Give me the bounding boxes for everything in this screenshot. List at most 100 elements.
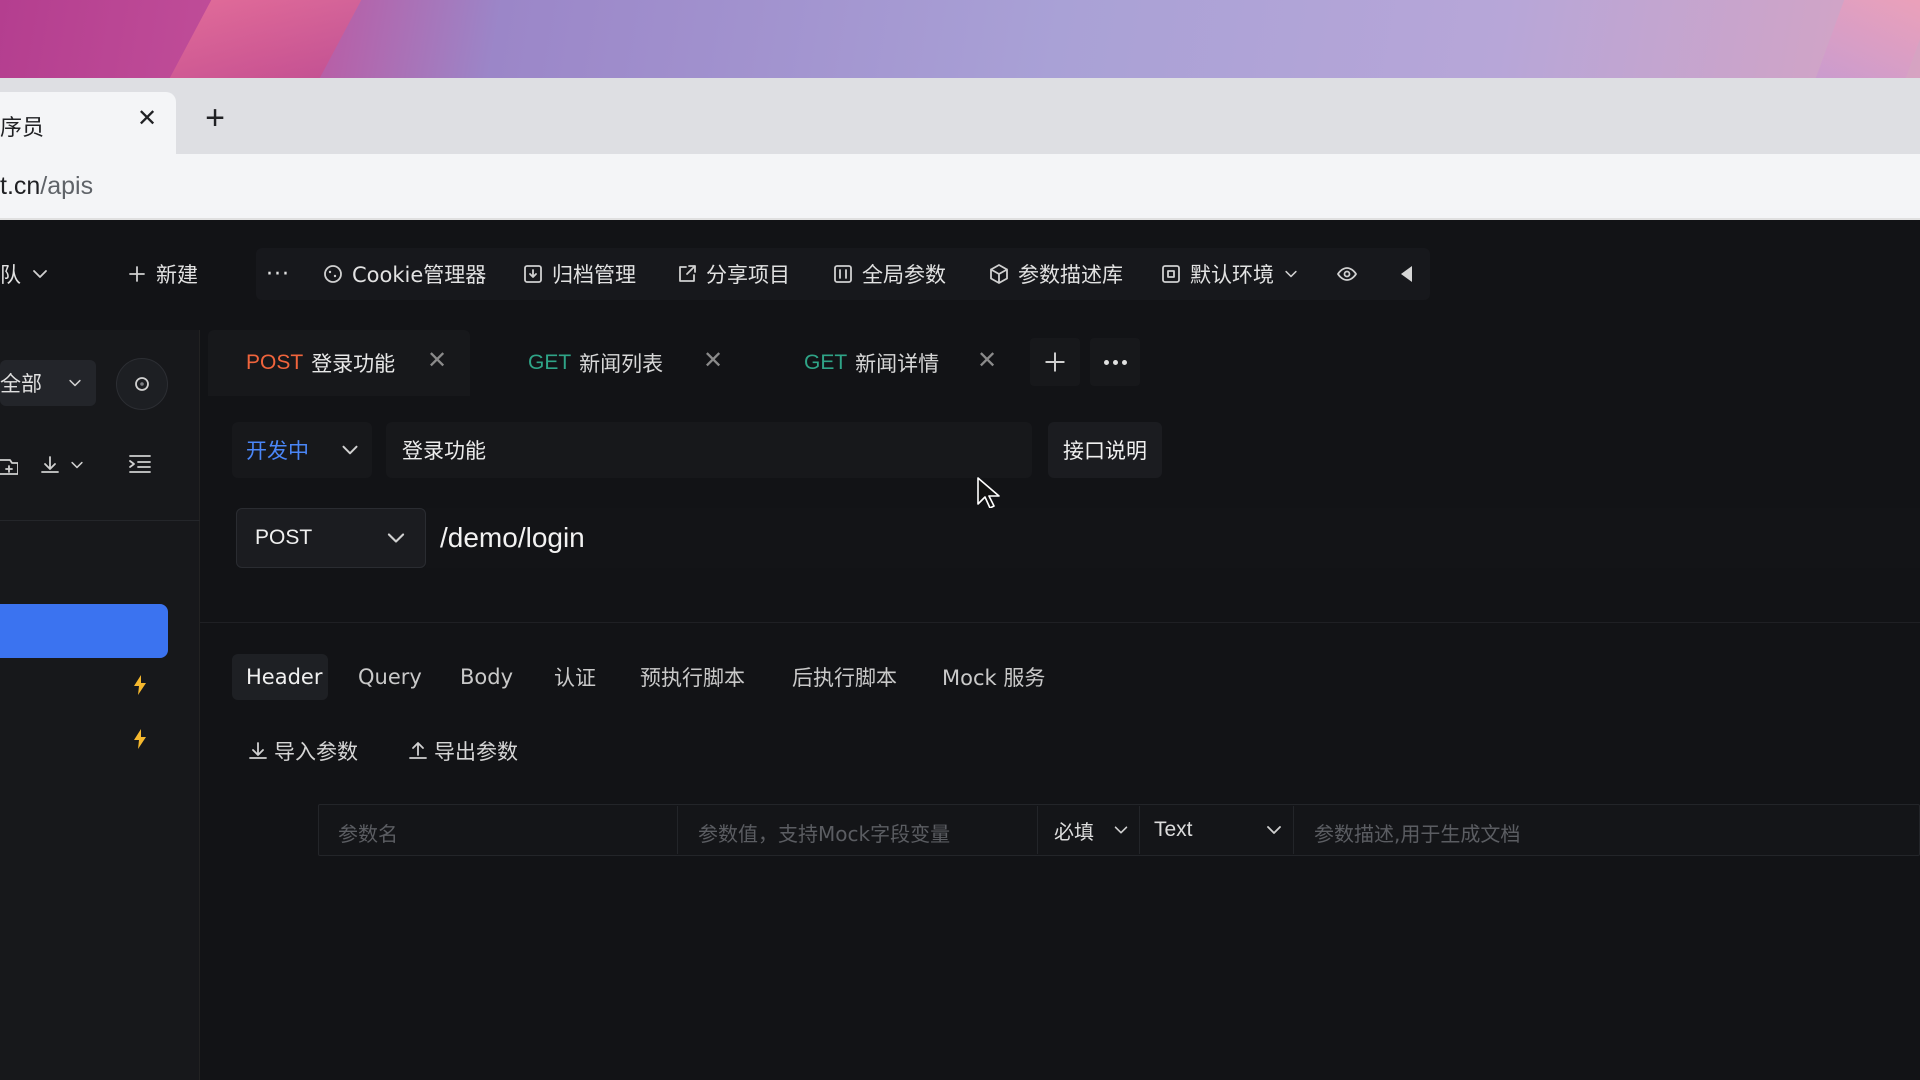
download-icon [41,456,59,473]
param-value-placeholder: 参数值，支持Mock字段变量 [698,822,951,846]
plus-icon [129,266,145,282]
share-project-button[interactable]: 分享项目 [676,258,790,290]
export-params-button[interactable]: 导出参数 [406,734,518,768]
request-tab-login[interactable]: POST 登录功能 [246,330,395,396]
global-params-label: 全局参数 [862,263,946,287]
tab-auth[interactable]: 认证 [554,660,596,694]
environment-icon [1162,265,1180,283]
address-bar[interactable] [0,154,1920,220]
chevron-down-icon [71,461,83,469]
section-divider [200,622,1920,623]
close-icon[interactable]: ✕ [700,348,726,374]
url-input[interactable]: /demo/login [426,508,1920,568]
param-desc-placeholder: 参数描述,用于生成文档 [1314,822,1521,846]
folder-plus-icon [0,459,19,475]
chevron-down-icon [1267,826,1281,834]
global-params-button[interactable]: 全局参数 [832,258,946,290]
cookie-label: Cookie管理器 [352,263,487,287]
import-label: 导入参数 [274,740,358,764]
lightning-icon [132,674,148,696]
sidebar-filter-select[interactable]: 全部 [0,360,96,406]
team-label: 队 [0,263,21,287]
archive-icon [524,265,542,283]
tab-name: 新闻列表 [579,352,664,376]
archive-label: 归档管理 [552,263,636,287]
import-params-button[interactable]: 导入参数 [246,734,358,768]
new-tab-button[interactable]: + [200,101,230,135]
status-label: 开发中 [246,439,309,463]
tab-post-script[interactable]: 后执行脚本 [792,660,897,694]
chevron-down-icon [1285,270,1297,278]
required-select[interactable]: 必填 [1040,806,1140,854]
required-label: 必填 [1054,819,1094,844]
mouse-cursor [977,477,1000,509]
tab-body[interactable]: Body [460,660,513,694]
desktop-wallpaper [0,0,1920,78]
new-label: 新建 [156,263,198,287]
environment-select[interactable]: 默认环境 [1160,258,1300,290]
new-button[interactable]: 新建 [126,258,198,290]
api-name-input[interactable]: 登录功能 [386,422,1032,478]
param-desc-library-button[interactable]: 参数描述库 [988,258,1123,290]
import-dropdown-button[interactable] [38,450,100,480]
param-desc-label: 参数描述库 [1018,263,1123,287]
sidebar [0,330,200,1080]
url-path-value: /demo/login [440,522,585,553]
sidebar-item-selected[interactable] [0,604,168,658]
status-select[interactable]: 开发中 [232,422,372,478]
close-icon[interactable]: ✕ [134,106,160,132]
tab-method: POST [246,351,304,374]
outline-toggle-button[interactable] [126,450,154,478]
plus-icon [1045,352,1065,372]
close-icon[interactable]: ✕ [424,348,450,374]
add-tab-button[interactable] [1030,338,1080,386]
tab-more-button[interactable] [1090,338,1140,386]
team-switcher[interactable]: 队 [0,258,51,290]
locate-button[interactable] [116,358,168,410]
chevron-down-icon [1114,826,1128,834]
collapse-panel-button[interactable] [1396,258,1418,290]
method-select[interactable]: POST [236,508,426,568]
api-doc-button[interactable]: 接口说明 [1048,422,1162,478]
cookie-manager-button[interactable]: Cookie管理器 [322,258,486,290]
tab-method: GET [804,351,848,374]
chevron-down-icon [387,533,405,543]
chevron-down-icon [69,379,81,387]
url-host: t.cn [0,172,41,200]
environment-label: 默认环境 [1190,263,1274,287]
close-icon[interactable]: ✕ [974,348,1000,374]
upload-icon [409,742,427,759]
list-indent-icon [129,455,151,473]
add-folder-button[interactable] [0,452,19,478]
browser-tab-strip [0,78,1920,154]
api-name-value: 登录功能 [402,439,486,463]
target-icon [135,377,149,391]
export-label: 导出参数 [434,740,518,764]
type-select[interactable]: Text [1142,806,1294,854]
url-path: /apis [40,172,94,200]
method-label: POST [255,526,313,549]
request-tab-news-detail[interactable]: GET 新闻详情 [804,330,939,396]
tab-pre-script[interactable]: 预执行脚本 [640,660,745,694]
sidebar-divider [0,520,200,521]
chevron-down-icon [33,270,47,278]
tab-query[interactable]: Query [358,660,422,694]
browser-tab-title: 序员 [0,116,45,141]
more-menu-button[interactable]: ··· [266,258,290,290]
triangle-left-icon [1401,266,1412,282]
eye-icon [1337,267,1357,281]
archive-button[interactable]: 归档管理 [522,258,636,290]
url-text[interactable]: t.cn/apis [0,172,93,201]
share-icon [679,265,696,282]
filter-label: 全部 [0,372,42,396]
lightning-icon [132,728,148,750]
params-icon [834,265,852,283]
tab-name: 新闻详情 [855,352,940,376]
request-tab-news-list[interactable]: GET 新闻列表 [528,330,663,396]
type-label: Text [1154,818,1193,841]
env-preview-button[interactable] [1336,258,1358,290]
cookie-icon [324,265,342,283]
download-icon [249,742,267,759]
tab-header[interactable]: Header [246,660,322,694]
tab-mock-service[interactable]: Mock 服务 [942,660,1045,694]
